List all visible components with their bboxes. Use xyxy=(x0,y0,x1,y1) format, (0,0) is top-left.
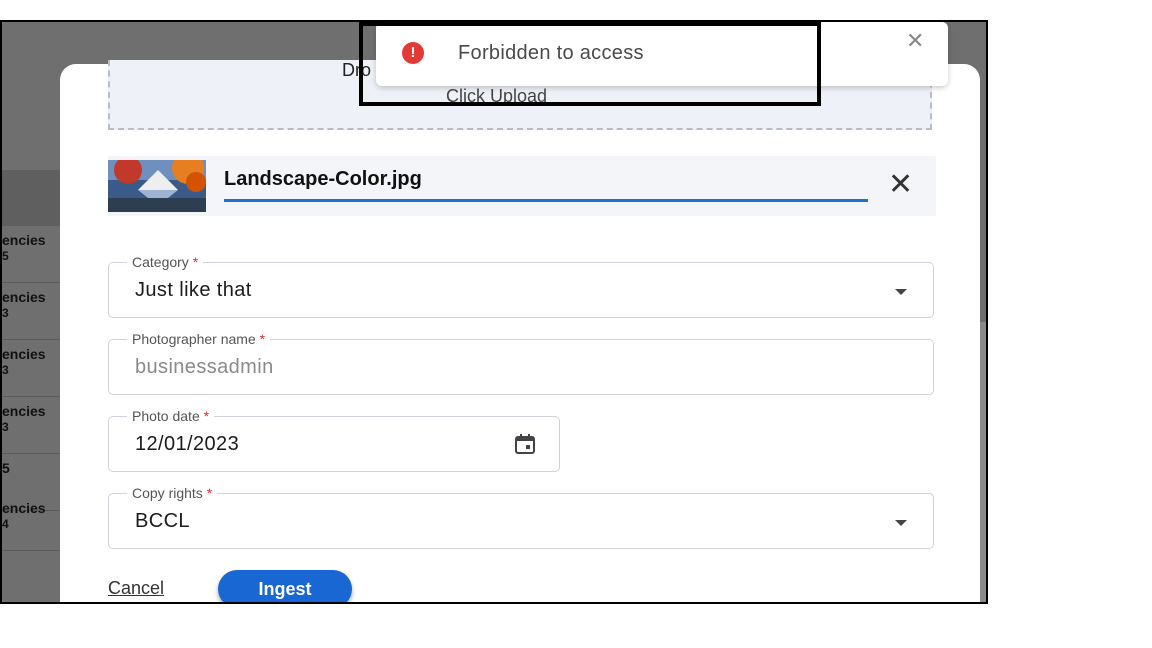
file-thumbnail xyxy=(108,160,206,212)
table-cell: 3 xyxy=(2,363,9,377)
photo-date-value: 12/01/2023 xyxy=(135,433,240,455)
table-row[interactable]: encies 3 xyxy=(2,340,62,397)
table-cell: encies xyxy=(2,500,46,516)
category-value: Just like that xyxy=(135,279,252,301)
copyrights-label: Copy rights * xyxy=(127,484,218,502)
table-cell: 3 xyxy=(2,420,9,434)
category-label-text: Category xyxy=(132,254,189,270)
copyrights-value: BCCL xyxy=(135,510,190,532)
table-row[interactable]: encies 3 xyxy=(2,397,62,454)
photo-date-field[interactable]: Photo date * 12/01/2023 xyxy=(108,407,560,472)
table-cell: encies xyxy=(2,289,46,305)
app-frame: encies 5 encies 3 encies 3 encies 3 5 en… xyxy=(0,20,988,604)
close-icon[interactable]: ✕ xyxy=(906,28,924,54)
required-mark: * xyxy=(206,485,213,501)
ingest-dialog: Dro Click Upload Landscape-Color.jpg ✕ C… xyxy=(60,60,980,602)
file-name: Landscape-Color.jpg xyxy=(224,168,422,190)
highlight-box xyxy=(359,22,821,106)
required-mark: * xyxy=(192,254,199,270)
cancel-link[interactable]: Cancel xyxy=(108,578,164,599)
photo-date-label-text: Photo date xyxy=(132,408,200,424)
table-cell: encies xyxy=(2,232,46,248)
upload-progress-bar xyxy=(224,199,868,202)
copyrights-select[interactable]: Copy rights * BCCL xyxy=(108,484,934,549)
table-row[interactable]: encies 3 xyxy=(2,283,62,340)
photo-date-label: Photo date * xyxy=(127,407,215,425)
chevron-down-icon[interactable] xyxy=(895,520,907,526)
copyrights-label-text: Copy rights xyxy=(132,485,203,501)
photographer-label: Photographer name * xyxy=(127,330,271,348)
uploaded-file-row: Landscape-Color.jpg ✕ xyxy=(108,156,936,216)
table-cell: 3 xyxy=(2,306,9,320)
chevron-down-icon[interactable] xyxy=(895,289,907,295)
table-header xyxy=(2,170,62,226)
remove-file-icon[interactable]: ✕ xyxy=(888,170,913,200)
required-mark: * xyxy=(259,331,266,347)
table-cell: encies xyxy=(2,346,46,362)
calendar-icon[interactable] xyxy=(513,432,537,456)
ingest-button[interactable]: Ingest xyxy=(218,570,352,602)
table-cell: encies xyxy=(2,403,46,419)
table-row[interactable]: encies 4 xyxy=(2,494,62,551)
category-select[interactable]: Category * Just like that xyxy=(108,253,934,318)
table-row[interactable]: encies 5 xyxy=(2,226,62,283)
photographer-label-text: Photographer name xyxy=(132,331,256,347)
required-mark: * xyxy=(203,408,210,424)
table-cell: 5 xyxy=(2,249,9,263)
photographer-value: businessadmin xyxy=(135,356,274,378)
table-cell: 4 xyxy=(2,517,9,531)
category-label: Category * xyxy=(127,253,204,271)
table-cell: 5 xyxy=(2,460,10,476)
photographer-name-field[interactable]: Photographer name * businessadmin xyxy=(108,330,934,395)
